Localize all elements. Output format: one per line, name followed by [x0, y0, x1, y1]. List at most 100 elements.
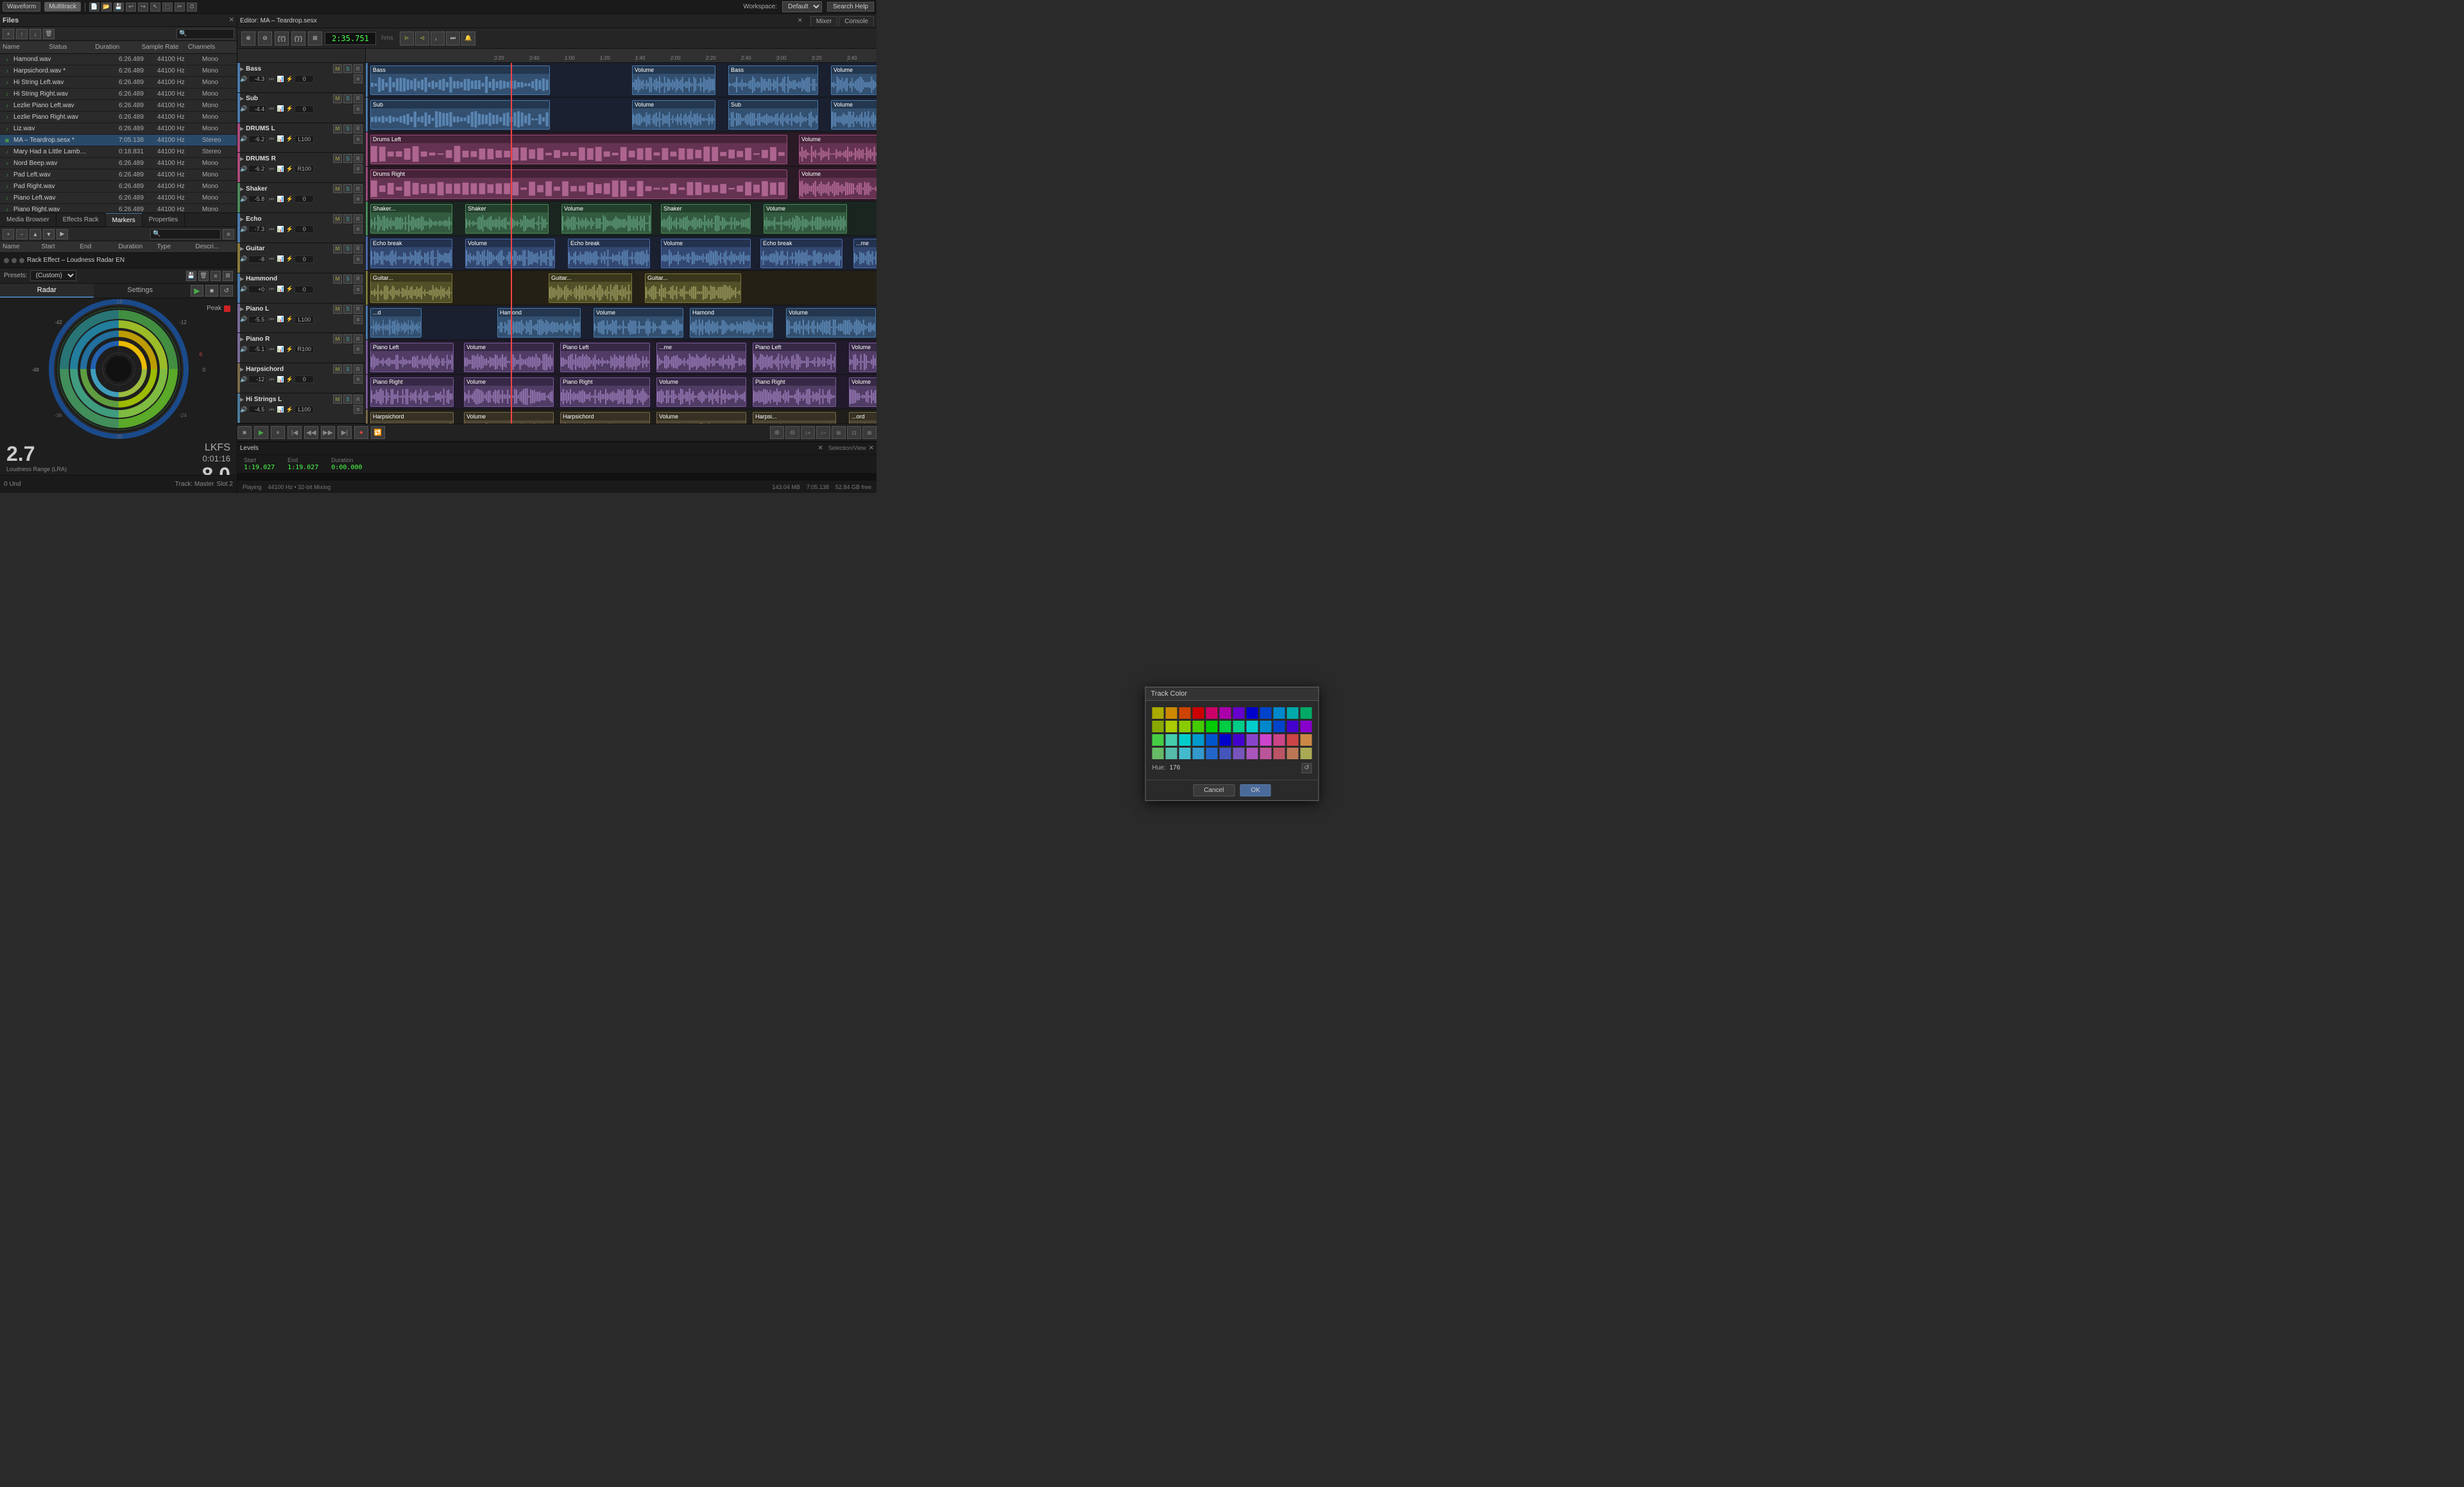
track-prev-btn[interactable]: ⏮: [268, 195, 275, 203]
track-prev-btn[interactable]: ⏮: [268, 345, 275, 353]
track-volume[interactable]: -5.5: [248, 316, 266, 323]
color-swatch[interactable]: [1193, 707, 1204, 719]
track-pan[interactable]: 0: [295, 195, 314, 203]
track-vol-icon[interactable]: 🔊: [240, 406, 247, 413]
col-name-header[interactable]: Name: [3, 44, 49, 51]
track-solo-btn[interactable]: S: [343, 64, 352, 73]
track-end-btn[interactable]: ≡: [354, 225, 363, 234]
track-expand-icon[interactable]: ▶: [240, 126, 244, 132]
track-expand-icon[interactable]: ▶: [240, 96, 244, 101]
track-fx-icon[interactable]: ⚡: [286, 225, 293, 233]
markers-search-input[interactable]: [150, 229, 221, 239]
file-list-item[interactable]: ♪ Mary Had a Little Lamb.wav 0:18.831 44…: [0, 146, 237, 158]
track-mute-btn[interactable]: M: [333, 275, 342, 284]
track-pan[interactable]: L100: [295, 135, 314, 143]
track-volume[interactable]: -12: [248, 375, 266, 383]
track-end-btn[interactable]: ≡: [354, 345, 363, 354]
transport-zoom-btn[interactable]: ⊕: [241, 31, 255, 46]
track-expand-icon[interactable]: ▶: [240, 366, 244, 372]
track-pan[interactable]: 0: [295, 225, 314, 233]
track-end-btn[interactable]: ≡: [354, 74, 363, 83]
color-cancel-btn[interactable]: Cancel: [1193, 784, 1235, 796]
track-expand-icon[interactable]: ▶: [240, 66, 244, 72]
color-swatch[interactable]: [1274, 707, 1285, 719]
track-solo-btn[interactable]: S: [343, 365, 352, 374]
hue-reset-btn[interactable]: ↺: [1302, 763, 1312, 773]
color-swatch[interactable]: [1179, 734, 1191, 746]
color-swatch[interactable]: [1260, 707, 1272, 719]
radar-play-btn[interactable]: ▶: [191, 285, 203, 297]
track-solo-btn[interactable]: S: [343, 184, 352, 193]
col-samplerate-header[interactable]: Sample Rate: [142, 44, 188, 51]
color-swatch[interactable]: [1206, 734, 1218, 746]
track-vol-icon[interactable]: 🔊: [240, 196, 247, 203]
transport-snap-btn[interactable]: ⊞: [308, 31, 322, 46]
track-solo-btn[interactable]: S: [343, 154, 352, 163]
file-list-item[interactable]: ♪ Hi String Left.wav 6:26.489 44100 Hz M…: [0, 77, 237, 89]
track-fx-icon[interactable]: ⚡: [286, 75, 293, 83]
track-arm-btn[interactable]: R: [354, 275, 363, 284]
file-list-item[interactable]: ♪ Pad Left.wav 6:26.489 44100 Hz Mono: [0, 169, 237, 181]
transport-zoom-out-btn[interactable]: ⊖: [258, 31, 272, 46]
audio-clip[interactable]: ...me: [853, 239, 877, 268]
track-volume[interactable]: -4.4: [248, 105, 266, 113]
audio-clip[interactable]: Volume: [465, 239, 555, 268]
rack-presets-select[interactable]: (Custom): [30, 270, 76, 281]
color-swatch[interactable]: [1260, 721, 1272, 732]
audio-clip[interactable]: Echo break: [568, 239, 650, 268]
track-end-btn[interactable]: ≡: [354, 105, 363, 114]
color-swatch[interactable]: [1220, 734, 1231, 746]
color-swatch[interactable]: [1206, 721, 1218, 732]
audio-clip[interactable]: Guitar...: [370, 273, 452, 303]
color-swatch[interactable]: [1233, 707, 1245, 719]
track-fx-icon[interactable]: ⚡: [286, 195, 293, 203]
track-mute-btn[interactable]: M: [333, 305, 342, 314]
editor-tab-mixer[interactable]: Mixer: [810, 16, 837, 26]
audio-clip[interactable]: Volume: [464, 377, 554, 407]
track-arm-btn[interactable]: R: [354, 334, 363, 343]
audio-clip[interactable]: Hamond: [690, 308, 773, 338]
presets-wrap-btn[interactable]: ⊞: [223, 271, 233, 281]
track-mute-btn[interactable]: M: [333, 94, 342, 103]
audio-clip[interactable]: Volume: [656, 377, 746, 407]
markers-del-btn[interactable]: −: [16, 229, 28, 239]
color-swatch[interactable]: [1152, 707, 1164, 719]
track-solo-btn[interactable]: S: [343, 395, 352, 404]
track-fx-icon[interactable]: ⚡: [286, 255, 293, 263]
audio-clip[interactable]: Piano Right: [753, 377, 836, 407]
transport-in-btn[interactable]: {'{'}: [275, 31, 289, 46]
files-new-btn[interactable]: +: [3, 29, 14, 39]
file-list-item[interactable]: ♪ Nord Beep.wav 6:26.489 44100 Hz Mono: [0, 158, 237, 169]
audio-clip[interactable]: Harpsichord: [370, 412, 454, 424]
radar-tab-settings[interactable]: Settings: [94, 284, 187, 298]
track-expand-icon[interactable]: ▶: [240, 156, 244, 162]
track-volume[interactable]: -6.2: [248, 135, 266, 143]
audio-clip[interactable]: Piano Left: [753, 343, 836, 372]
record-btn[interactable]: ⏺: [354, 426, 368, 439]
track-expand-icon[interactable]: ▶: [240, 306, 244, 312]
audio-clip[interactable]: ...ord: [849, 412, 877, 424]
cursor-tool-icon[interactable]: ↖: [150, 3, 160, 12]
track-pan[interactable]: 0: [295, 375, 314, 383]
color-swatch[interactable]: [1274, 748, 1285, 759]
audio-clip[interactable]: Piano Left: [370, 343, 454, 372]
track-volume[interactable]: -4.3: [248, 75, 266, 83]
color-swatch[interactable]: [1247, 734, 1258, 746]
audio-clip[interactable]: Volume: [632, 100, 715, 130]
zoom-out-vert-btn[interactable]: ↕−: [816, 426, 830, 439]
track-volume[interactable]: -5.8: [248, 195, 266, 203]
sel-view-close-icon[interactable]: ✕: [869, 445, 874, 452]
color-swatch[interactable]: [1179, 748, 1191, 759]
zoom-in-horz-btn[interactable]: ⊕: [770, 426, 784, 439]
track-arm-btn[interactable]: R: [354, 184, 363, 193]
audio-clip[interactable]: Volume: [849, 343, 877, 372]
loop-end-marker[interactable]: ⊲: [415, 31, 429, 46]
track-prev-btn[interactable]: ⏮: [268, 375, 275, 383]
track-pan[interactable]: 0: [295, 286, 314, 293]
color-swatch[interactable]: [1166, 721, 1177, 732]
tab-media-browser[interactable]: Media Browser: [0, 213, 56, 227]
audio-clip[interactable]: Volume: [849, 377, 877, 407]
track-end-btn[interactable]: ≡: [354, 194, 363, 203]
track-pan[interactable]: R100: [295, 345, 314, 353]
editor-close-icon[interactable]: ✕: [797, 17, 802, 24]
